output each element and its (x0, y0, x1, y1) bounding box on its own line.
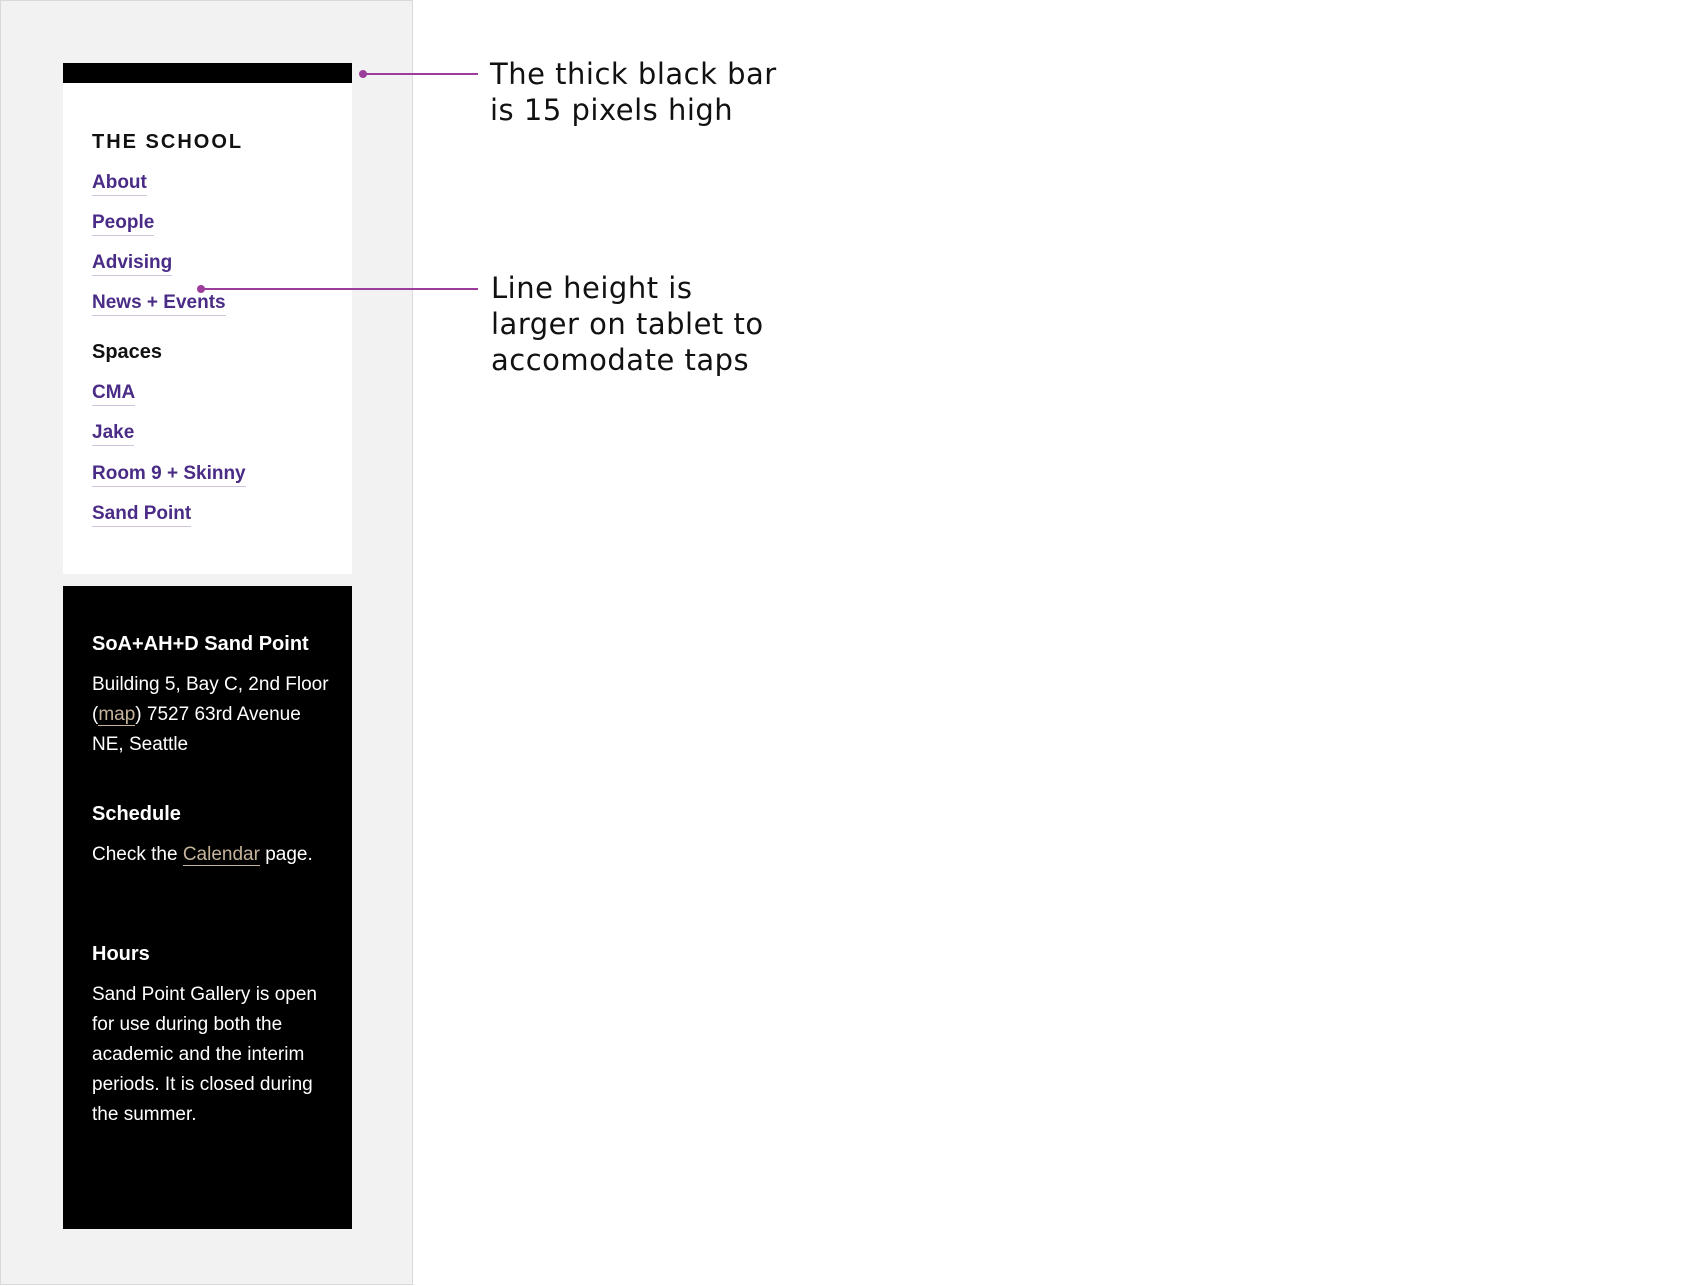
nav-link-people[interactable]: People (92, 212, 155, 236)
hours-text: Sand Point Gallery is open for use durin… (92, 984, 317, 1125)
mobile-sidebar-panel: THE SCHOOL About People Advising News + … (0, 0, 413, 1285)
hours-block: Hours Sand Point Gallery is open for use… (92, 942, 337, 1130)
info-footer-card: SoA+AH+D Sand Point Building 5, Bay C, 2… (63, 586, 352, 1229)
calendar-link[interactable]: Calendar (182, 844, 260, 866)
location-address: Building 5, Bay C, 2nd Floor (map) 7527 … (92, 670, 337, 760)
bar-annotation-line2: is 15 pixels high (490, 93, 734, 127)
spaces-link-cma[interactable]: CMA (92, 382, 136, 406)
thick-black-bar (63, 63, 352, 83)
schedule-text: Check the Calendar page. (92, 840, 337, 870)
location-title: SoA+AH+D Sand Point (92, 633, 309, 655)
spaces-link-jake[interactable]: Jake (92, 422, 135, 446)
line-height-annotation-line3: accomodate taps (491, 343, 750, 377)
line-height-annotation-line2: larger on tablet to (491, 307, 764, 341)
bar-annotation-line (366, 73, 478, 75)
nav-link-advising[interactable]: Advising (92, 252, 173, 276)
nav-link-news-events[interactable]: News + Events (92, 292, 226, 316)
schedule-text-after: page. (259, 844, 313, 865)
location-block: SoA+AH+D Sand Point Building 5, Bay C, 2… (92, 632, 337, 760)
line-height-annotation-line (204, 288, 478, 290)
map-link[interactable]: map (98, 704, 136, 726)
hours-title: Hours (92, 943, 150, 965)
spaces-link-sand-point[interactable]: Sand Point (92, 503, 192, 527)
schedule-block: Schedule Check the Calendar page. (92, 802, 337, 870)
nav-link-about[interactable]: About (92, 172, 147, 196)
line-height-annotation-text: Line height is larger on tablet to accom… (491, 270, 764, 378)
line-height-annotation-line1: Line height is (491, 271, 693, 305)
nav-card: THE SCHOOL About People Advising News + … (63, 83, 352, 574)
bar-annotation-text: The thick black bar is 15 pixels high (490, 56, 777, 128)
spaces-heading: Spaces (92, 341, 163, 363)
nav-heading: THE SCHOOL (92, 131, 244, 153)
schedule-title: Schedule (92, 803, 181, 825)
schedule-text-before: Check the (92, 844, 183, 865)
bar-annotation-line1: The thick black bar (490, 57, 777, 91)
spaces-link-room9-skinny[interactable]: Room 9 + Skinny (92, 463, 246, 487)
